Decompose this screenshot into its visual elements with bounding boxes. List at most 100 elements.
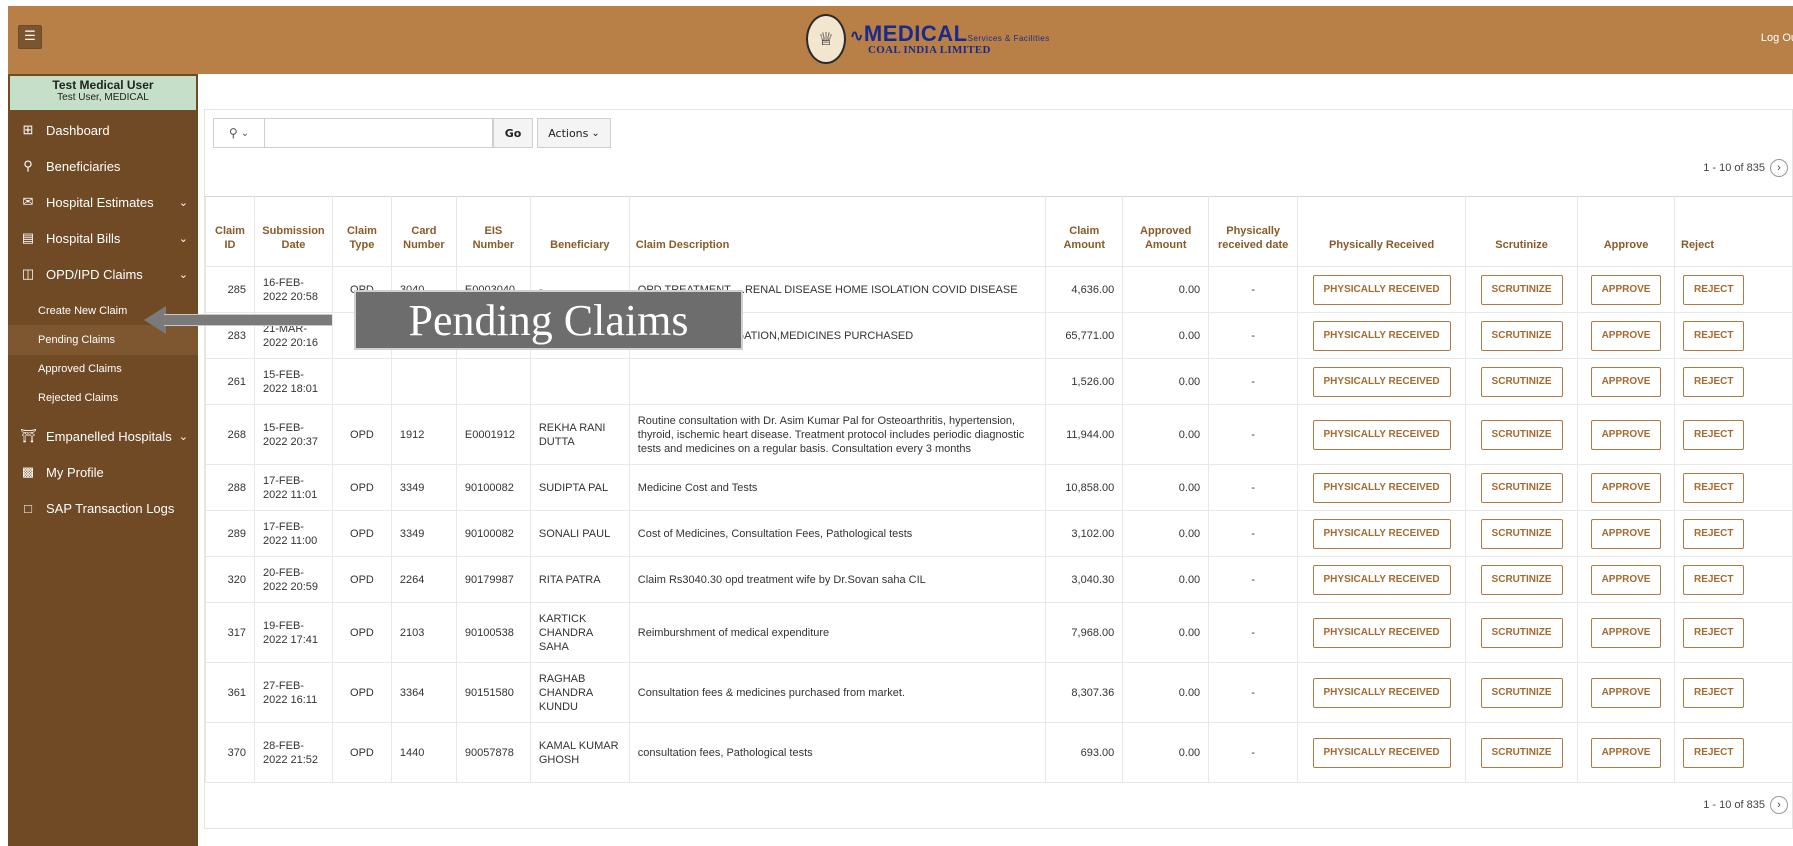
column-header[interactable]: Claim Description <box>628 196 1047 267</box>
scrutinize-button[interactable]: SCRUTINIZE <box>1480 518 1563 549</box>
reject-button-cell: REJECT <box>1674 602 1793 663</box>
column-header[interactable]: Card Number <box>390 196 457 267</box>
next-page-icon[interactable]: › <box>1770 796 1788 814</box>
reject-button[interactable]: REJECT <box>1683 472 1745 503</box>
physically-received-button-cell: PHYSICALLY RECEIVED <box>1297 266 1467 313</box>
next-page-icon[interactable]: › <box>1770 159 1788 177</box>
claim-amount-cell: 1,526.00 <box>1045 358 1124 405</box>
approve-button[interactable]: APPROVE <box>1590 366 1662 397</box>
approve-button[interactable]: APPROVE <box>1590 419 1662 450</box>
go-button[interactable]: Go <box>493 118 533 148</box>
column-header[interactable]: Physically received date <box>1208 196 1299 267</box>
scrutinize-button[interactable]: SCRUTINIZE <box>1480 366 1563 397</box>
reject-button[interactable]: REJECT <box>1683 518 1745 549</box>
sidebar-subitem-rejected-claims[interactable]: Rejected Claims <box>8 383 198 413</box>
reject-button[interactable]: REJECT <box>1683 617 1745 648</box>
received-date-cell: - <box>1208 662 1299 723</box>
column-header[interactable]: Scrutinize <box>1465 196 1579 267</box>
file-icon: □ <box>24 500 32 516</box>
approve-button-cell: APPROVE <box>1577 556 1675 603</box>
eis-number-cell <box>455 358 531 405</box>
submission-date-cell: 27-FEB-2022 16:11 <box>253 662 333 723</box>
physically-received-button[interactable]: PHYSICALLY RECEIVED <box>1312 472 1451 503</box>
reject-button-cell: REJECT <box>1674 722 1793 783</box>
sidebar-item-dashboard[interactable]: ⊞ Dashboard <box>8 112 198 148</box>
approve-button[interactable]: APPROVE <box>1590 564 1662 595</box>
column-header[interactable]: Submission Date <box>253 196 333 267</box>
scrutinize-button[interactable]: SCRUTINIZE <box>1480 564 1563 595</box>
app-frame: ☰ ♕ ∿MEDICALServices & Facilities COAL I… <box>8 6 1793 846</box>
scrutinize-button[interactable]: SCRUTINIZE <box>1480 737 1563 768</box>
column-header[interactable]: Reject <box>1674 196 1793 267</box>
reject-button[interactable]: REJECT <box>1683 274 1745 305</box>
submission-date-cell: 17-FEB-2022 11:01 <box>253 464 333 511</box>
column-header[interactable]: Beneficiary <box>529 196 630 267</box>
physically-received-button[interactable]: PHYSICALLY RECEIVED <box>1312 320 1451 351</box>
column-header[interactable]: Physically Received <box>1297 196 1467 267</box>
sidebar-subitem-approved-claims[interactable]: Approved Claims <box>8 354 198 384</box>
sidebar-item-empanelled-hospitals[interactable]: ⛩ Empanelled Hospitals ⌄ <box>8 418 198 454</box>
scrutinize-button[interactable]: SCRUTINIZE <box>1480 320 1563 351</box>
physically-received-button[interactable]: PHYSICALLY RECEIVED <box>1312 737 1451 768</box>
claim-type-cell: OPD <box>331 662 392 723</box>
hamburger-menu-icon[interactable]: ☰ <box>18 25 42 49</box>
approve-button[interactable]: APPROVE <box>1590 617 1662 648</box>
physically-received-button[interactable]: PHYSICALLY RECEIVED <box>1312 366 1451 397</box>
scrutinize-button[interactable]: SCRUTINIZE <box>1480 677 1563 708</box>
eis-number-cell: 90100538 <box>455 602 531 663</box>
callout-label: Pending Claims <box>354 290 743 350</box>
search-column-select[interactable]: ⚲ ⌄ <box>213 118 265 148</box>
column-header[interactable]: Approve <box>1577 196 1675 267</box>
physically-received-button-cell: PHYSICALLY RECEIVED <box>1297 358 1467 405</box>
approve-button[interactable]: APPROVE <box>1590 320 1662 351</box>
chevron-down-icon[interactable]: ⌄ <box>179 268 188 281</box>
approve-button[interactable]: APPROVE <box>1590 737 1662 768</box>
column-header[interactable]: EIS Number <box>455 196 531 267</box>
reject-button[interactable]: REJECT <box>1683 366 1745 397</box>
approve-button[interactable]: APPROVE <box>1590 677 1662 708</box>
chevron-down-icon[interactable]: ⌄ <box>179 196 188 209</box>
claim-type-cell: OPD <box>331 404 392 465</box>
approve-button-cell: APPROVE <box>1577 266 1675 313</box>
logout-link[interactable]: Log Ou <box>1761 32 1793 44</box>
scrutinize-button[interactable]: SCRUTINIZE <box>1480 472 1563 503</box>
claims-report: ⚲ ⌄ Go Actions ⌄ 1 - 10 of 835 › Claim I… <box>204 109 1793 829</box>
reject-button[interactable]: REJECT <box>1683 677 1745 708</box>
reject-button[interactable]: REJECT <box>1683 419 1745 450</box>
actions-menu-button[interactable]: Actions ⌄ <box>537 118 611 148</box>
column-header[interactable]: Claim ID <box>205 196 255 267</box>
reject-button[interactable]: REJECT <box>1683 320 1745 351</box>
approved-amount-cell: 0.00 <box>1122 404 1210 465</box>
physically-received-button[interactable]: PHYSICALLY RECEIVED <box>1312 274 1451 305</box>
sidebar-item-sap-transaction-logs[interactable]: □ SAP Transaction Logs <box>8 490 198 526</box>
column-header[interactable]: Claim Type <box>331 196 392 267</box>
scrutinize-button[interactable]: SCRUTINIZE <box>1480 617 1563 648</box>
scrutinize-button[interactable]: SCRUTINIZE <box>1480 419 1563 450</box>
reject-button[interactable]: REJECT <box>1683 564 1745 595</box>
sidebar-item-hospital-estimates[interactable]: ✉ Hospital Estimates ⌄ <box>8 184 198 220</box>
claim-id-cell: 361 <box>205 662 255 723</box>
physically-received-button[interactable]: PHYSICALLY RECEIVED <box>1312 617 1451 648</box>
physically-received-button[interactable]: PHYSICALLY RECEIVED <box>1312 677 1451 708</box>
approve-button[interactable]: APPROVE <box>1590 274 1662 305</box>
physically-received-button[interactable]: PHYSICALLY RECEIVED <box>1312 564 1451 595</box>
claim-id-cell: 317 <box>205 602 255 663</box>
approve-button[interactable]: APPROVE <box>1590 472 1662 503</box>
physically-received-button[interactable]: PHYSICALLY RECEIVED <box>1312 419 1451 450</box>
approve-button[interactable]: APPROVE <box>1590 518 1662 549</box>
approved-amount-cell: 0.00 <box>1122 510 1210 557</box>
column-header[interactable]: Claim Amount <box>1045 196 1124 267</box>
chevron-down-icon[interactable]: ⌄ <box>179 430 188 443</box>
reject-button[interactable]: REJECT <box>1683 737 1745 768</box>
chevron-down-icon[interactable]: ⌄ <box>179 232 188 245</box>
sidebar-item-my-profile[interactable]: ▩ My Profile <box>8 454 198 490</box>
sidebar-item-beneficiaries[interactable]: ⚲ Beneficiaries <box>8 148 198 184</box>
approve-button-cell: APPROVE <box>1577 662 1675 723</box>
scrutinize-button-cell: SCRUTINIZE <box>1465 404 1579 465</box>
physically-received-button[interactable]: PHYSICALLY RECEIVED <box>1312 518 1451 549</box>
sidebar-item-opd-ipd-claims[interactable]: ◫ OPD/IPD Claims ⌄ <box>8 256 198 292</box>
search-input[interactable] <box>265 118 493 148</box>
scrutinize-button[interactable]: SCRUTINIZE <box>1480 274 1563 305</box>
sidebar-item-hospital-bills[interactable]: ▤ Hospital Bills ⌄ <box>8 220 198 256</box>
column-header[interactable]: Approved Amount <box>1122 196 1210 267</box>
